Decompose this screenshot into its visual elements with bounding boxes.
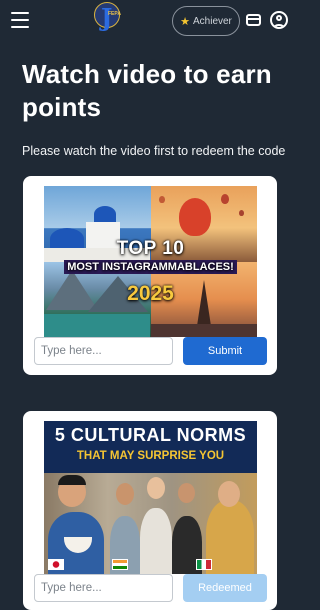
- user-icon-body: [273, 24, 285, 27]
- italy-flag: [196, 559, 212, 570]
- thumbnail-year: 2025: [127, 282, 174, 305]
- top-bar: J FEPA ★ Achiever: [0, 0, 300, 42]
- video-thumbnail[interactable]: TOP 10 MOST INSTAGRAMMABLACES! 2025: [44, 186, 257, 337]
- india-flag: [112, 559, 128, 570]
- thumbnail-people: [44, 473, 257, 574]
- thumbnail-subtitle: MOST INSTAGRAMMABLACES!: [44, 260, 257, 274]
- redeemed-button[interactable]: Redeemed: [183, 574, 267, 602]
- wallet-icon[interactable]: [246, 14, 261, 26]
- thumbnail-subtitle: THAT MAY SURPRISE YOU: [76, 450, 225, 462]
- user-icon-head: [276, 15, 282, 21]
- thumbnail-title: TOP 10: [116, 238, 185, 259]
- page-subtitle: Please watch the video first to redeem t…: [22, 144, 286, 158]
- thumbnail-banner: 5 CULTURAL NORMS THAT MAY SURPRISE YOU: [44, 421, 257, 473]
- achiever-badge[interactable]: ★ Achiever: [172, 6, 240, 36]
- thumbnail-subtitle-text: MOST INSTAGRAMMABLACES!: [64, 260, 237, 274]
- code-input[interactable]: [34, 574, 173, 602]
- achiever-label: Achiever: [192, 15, 232, 27]
- logo-letter: J: [101, 3, 113, 32]
- submit-button[interactable]: Submit: [183, 337, 267, 365]
- video-card: TOP 10 MOST INSTAGRAMMABLACES! 2025 Subm…: [23, 176, 277, 375]
- page-title: Watch video to earn points: [22, 59, 272, 122]
- star-icon: ★: [180, 15, 190, 28]
- menu-icon[interactable]: [11, 12, 29, 28]
- logo-text: FEPA: [108, 11, 121, 17]
- user-icon[interactable]: [270, 11, 288, 29]
- thumbnail-title: 5 CULTURAL NORMS: [54, 425, 247, 445]
- japan-flag: [48, 559, 64, 570]
- app-logo[interactable]: J FEPA: [86, 2, 122, 34]
- video-card: 5 CULTURAL NORMS THAT MAY SURPRISE YOU R…: [23, 411, 277, 610]
- code-input[interactable]: [34, 337, 173, 365]
- video-thumbnail[interactable]: 5 CULTURAL NORMS THAT MAY SURPRISE YOU: [44, 421, 257, 574]
